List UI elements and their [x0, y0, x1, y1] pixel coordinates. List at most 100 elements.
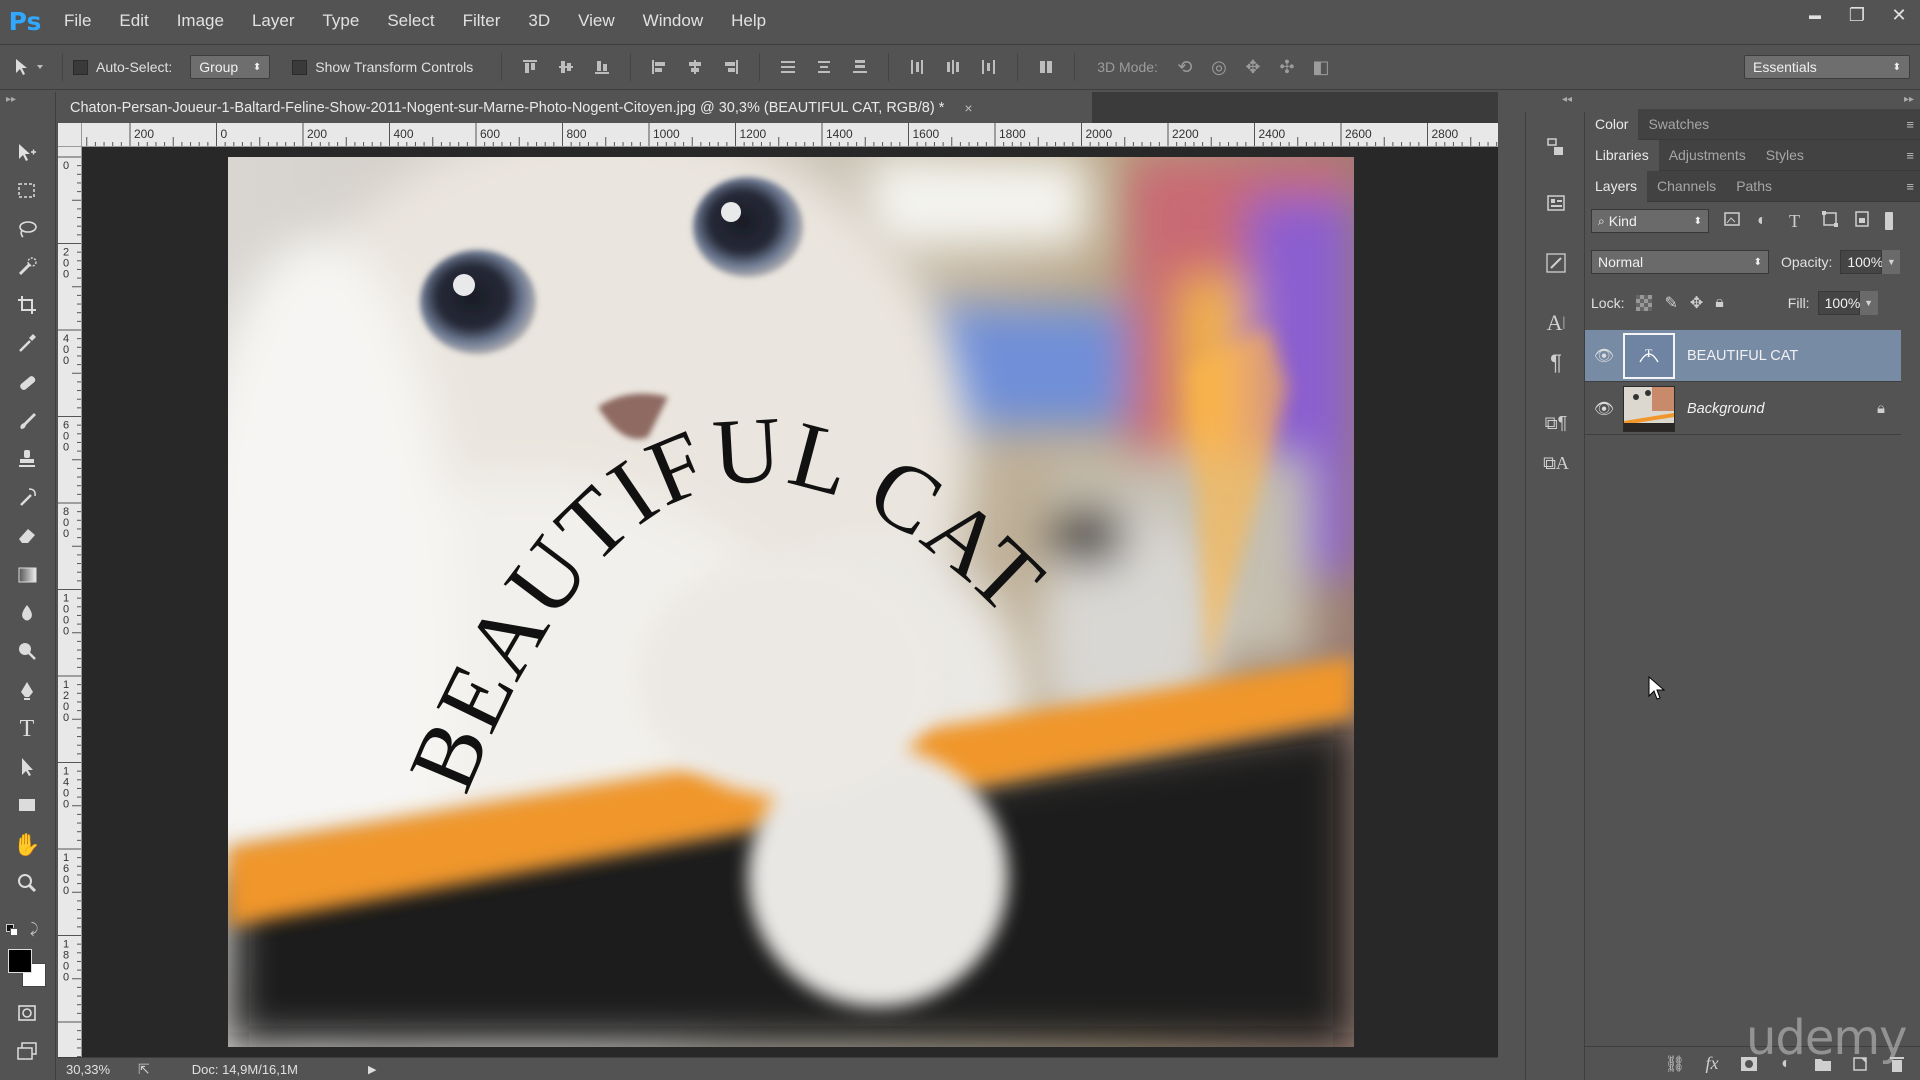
share-icon[interactable]: ⇱ [138, 1061, 150, 1078]
link-icon[interactable]: ⛓ [1662, 1052, 1688, 1076]
distribute-right-icon[interactable] [979, 57, 999, 77]
eye-icon[interactable]: 👁︎ [1585, 346, 1623, 366]
minimize-button[interactable]: ▬ [1794, 0, 1836, 30]
hand-tool-icon[interactable]: ✋ [10, 830, 44, 860]
3d-slide-icon[interactable]: ✣ [1274, 55, 1300, 79]
quick-mask-icon[interactable] [10, 998, 44, 1028]
status-menu-arrow-icon[interactable]: ▶ [368, 1063, 376, 1076]
tab-styles[interactable]: Styles [1756, 140, 1814, 171]
panel-collapse-icon[interactable]: ▸▸ [1904, 94, 1914, 105]
document-tab[interactable]: Chaton-Persan-Joueur-1-Baltard-Feline-Sh… [58, 92, 1093, 123]
align-vcenter-icon[interactable] [556, 57, 576, 77]
workspace-dropdown[interactable]: Essentials ⬍ [1744, 55, 1910, 79]
panel-collapse-icon[interactable]: ▸▸ [6, 94, 16, 105]
menu-3d[interactable]: 3D [514, 0, 564, 42]
panel-menu-icon[interactable]: ≡ [1906, 179, 1914, 194]
filter-adjustment-icon[interactable]: ◐ [1757, 212, 1779, 230]
close-button[interactable]: ✕ [1878, 0, 1920, 30]
lock-all-icon[interactable]: 🔒︎ [1715, 294, 1724, 312]
clone-stamp-tool-icon[interactable] [10, 444, 44, 474]
type-tool-icon[interactable]: T [10, 714, 44, 744]
opacity-slider-arrow-icon[interactable]: ▼ [1882, 250, 1901, 274]
swap-colors-icon[interactable]: ⤸ [30, 920, 38, 937]
opacity-field[interactable]: 100% [1840, 250, 1883, 274]
zoom-level[interactable]: 30,33% [66, 1062, 116, 1077]
properties-panel-icon[interactable] [1541, 188, 1571, 218]
filter-shape-icon[interactable] [1821, 210, 1843, 233]
align-left-icon[interactable] [649, 57, 669, 77]
filter-type-icon[interactable]: T [1789, 211, 1811, 232]
menu-file[interactable]: File [50, 0, 105, 42]
3d-scale-icon[interactable]: ◧ [1308, 55, 1334, 79]
blend-mode-dropdown[interactable]: Normal ⬍ [1591, 250, 1769, 274]
quick-selection-tool-icon[interactable] [10, 252, 44, 282]
path-selection-tool-icon[interactable] [10, 752, 44, 782]
menu-edit[interactable]: Edit [105, 0, 162, 42]
menu-help[interactable]: Help [717, 0, 780, 42]
distribute-bottom-icon[interactable] [850, 57, 870, 77]
layer-row-background[interactable]: 👁︎ Background 🔒︎ [1585, 383, 1901, 435]
ruler-origin[interactable] [58, 123, 82, 147]
lock-position-icon[interactable]: ✥ [1690, 293, 1703, 313]
distribute-hcenter-icon[interactable] [943, 57, 963, 77]
menu-layer[interactable]: Layer [238, 0, 309, 42]
rectangle-tool-icon[interactable] [10, 790, 44, 820]
vertical-ruler[interactable]: 0 200 400 600 800 1000 1200 1400 1600 1800 [58, 147, 82, 1057]
history-panel-icon[interactable] [1541, 132, 1571, 162]
filter-kind-dropdown[interactable]: ⌕ Kind ⬍ [1591, 209, 1709, 233]
fill-slider-arrow-icon[interactable]: ▼ [1859, 291, 1878, 315]
filter-pixel-icon[interactable] [1723, 210, 1745, 233]
align-right-icon[interactable] [721, 57, 741, 77]
history-brush-tool-icon[interactable] [10, 482, 44, 512]
panel-menu-icon[interactable]: ≡ [1906, 117, 1914, 132]
align-top-icon[interactable] [520, 57, 540, 77]
character-styles-icon[interactable]: ⧉A [1541, 448, 1571, 478]
gradient-tool-icon[interactable] [10, 560, 44, 590]
menu-window[interactable]: Window [629, 0, 717, 42]
menu-image[interactable]: Image [163, 0, 238, 42]
pen-tool-icon[interactable] [10, 676, 44, 706]
character-panel-icon[interactable]: A | [1541, 308, 1571, 338]
tab-channels[interactable]: Channels [1647, 171, 1726, 202]
layer-name[interactable]: BEAUTIFUL CAT [1687, 348, 1798, 364]
screen-mode-icon[interactable] [10, 1036, 44, 1066]
healing-brush-tool-icon[interactable] [10, 368, 44, 398]
horizontal-ruler[interactable]: 200 0 200 400 600 800 1000 1200 1400 1600 1800 2000… [82, 123, 1498, 147]
move-tool-icon[interactable] [10, 138, 44, 168]
eraser-tool-icon[interactable] [10, 520, 44, 550]
fx-icon[interactable]: fx [1699, 1052, 1725, 1076]
document-canvas[interactable]: BEAUTIFUL CAT [228, 157, 1354, 1047]
restore-button[interactable]: ❐ [1836, 0, 1878, 30]
menu-select[interactable]: Select [373, 0, 448, 42]
dodge-tool-icon[interactable] [10, 636, 44, 666]
tab-color[interactable]: Color [1585, 108, 1639, 140]
auto-select-checkbox[interactable] [73, 59, 88, 75]
auto-select-dropdown[interactable]: Group ⬍ [190, 55, 271, 79]
lock-transparent-icon[interactable] [1636, 295, 1653, 311]
layer-name[interactable]: Background [1687, 401, 1764, 417]
panel-collapse-icon[interactable]: ◂◂ [1562, 94, 1572, 105]
marquee-tool-icon[interactable] [10, 176, 44, 206]
fill-field[interactable]: 100% [1817, 291, 1860, 315]
brush-presets-panel-icon[interactable] [1541, 248, 1571, 278]
brush-tool-icon[interactable] [10, 406, 44, 436]
default-colors-icon[interactable] [6, 924, 18, 936]
distribute-vcenter-icon[interactable] [814, 57, 834, 77]
layer-row-beautiful-cat[interactable]: 👁︎ T BEAUTIFUL CAT [1585, 330, 1901, 382]
zoom-tool-icon[interactable] [10, 868, 44, 898]
filter-toggle-icon[interactable] [1885, 212, 1893, 230]
auto-align-icon[interactable] [1036, 57, 1056, 77]
tab-layers[interactable]: Layers [1585, 170, 1648, 202]
align-bottom-icon[interactable] [592, 57, 612, 77]
menu-type[interactable]: Type [308, 0, 373, 42]
move-tool-preset-icon[interactable] [8, 52, 52, 82]
crop-tool-icon[interactable] [10, 290, 44, 320]
3d-rotate-icon[interactable]: ⟲ [1172, 55, 1198, 79]
eyedropper-tool-icon[interactable] [10, 328, 44, 358]
foreground-color-swatch[interactable] [8, 949, 32, 973]
3d-roll-icon[interactable]: ◎ [1206, 55, 1232, 79]
tab-paths[interactable]: Paths [1726, 171, 1782, 202]
tab-swatches[interactable]: Swatches [1638, 109, 1719, 140]
3d-pan-icon[interactable]: ✥ [1240, 55, 1266, 79]
tab-adjustments[interactable]: Adjustments [1659, 140, 1756, 171]
